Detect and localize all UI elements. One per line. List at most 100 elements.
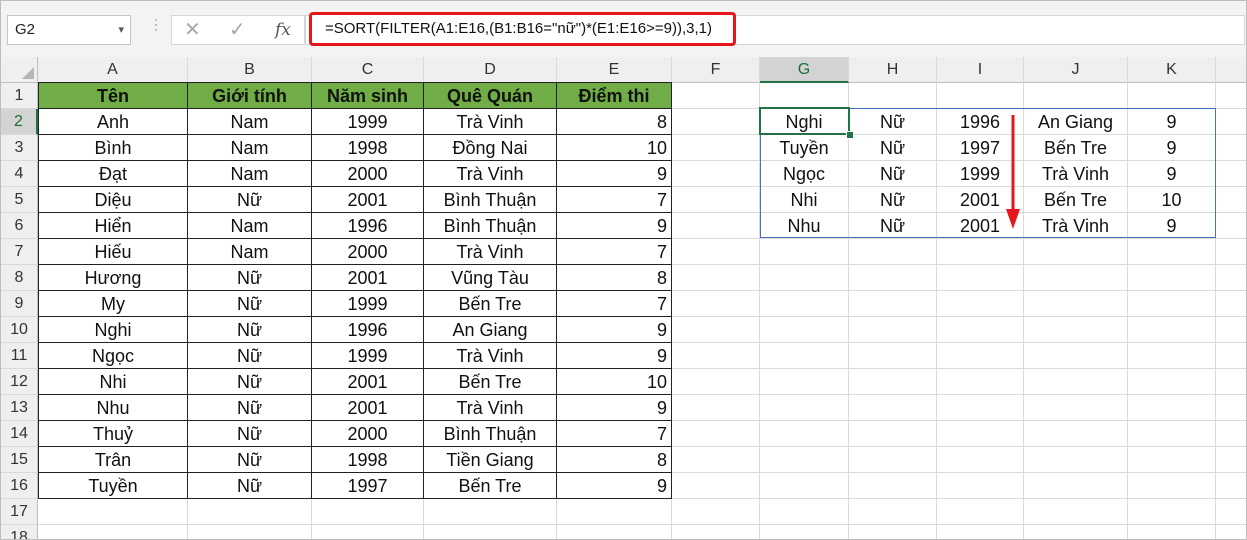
grid-cell[interactable] [937,265,1024,291]
grid-cell[interactable] [1024,239,1128,265]
grid-cell[interactable] [937,447,1024,473]
source-table-cell[interactable]: 9 [557,317,672,343]
grid-cell[interactable] [1216,499,1246,525]
grid-cell[interactable] [760,291,849,317]
result-table-cell[interactable]: Ngọc [760,161,849,187]
grid-cell[interactable] [1024,369,1128,395]
source-table-cell[interactable]: Trà Vinh [424,239,557,265]
source-table-cell[interactable]: Diệu [38,187,188,213]
result-table-cell[interactable]: 2001 [937,187,1024,213]
insert-function-icon[interactable]: fx [275,16,291,44]
grid-cell[interactable] [557,525,672,539]
source-table-cell[interactable]: Hương [38,265,188,291]
source-table-cell[interactable]: Nam [188,135,312,161]
grid-cell[interactable] [672,395,760,421]
grid-cell[interactable] [672,109,760,135]
source-table-cell[interactable]: 7 [557,187,672,213]
result-table-cell[interactable]: Nữ [849,161,937,187]
grid-cell[interactable] [1024,83,1128,109]
source-table-cell[interactable]: Trà Vinh [424,109,557,135]
source-table-cell[interactable]: Nam [188,109,312,135]
row-header-13[interactable]: 13 [1,395,38,421]
source-table-cell[interactable]: 10 [557,369,672,395]
source-table-cell[interactable]: Hiển [38,213,188,239]
source-table-cell[interactable]: Trà Vinh [424,343,557,369]
grid-cell[interactable] [672,317,760,343]
grid-cell[interactable] [1128,421,1216,447]
column-header-d[interactable]: D [424,57,557,83]
grid-cell[interactable] [1128,525,1216,539]
column-header-g[interactable]: G [760,57,849,83]
grid-cell[interactable] [672,369,760,395]
source-table-cell[interactable]: Thuỷ [38,421,188,447]
grip-dots-icon[interactable]: ⋮ [149,17,163,31]
result-table-cell[interactable]: 1997 [937,135,1024,161]
source-table-cell[interactable]: 2000 [312,239,424,265]
source-table-cell[interactable]: 9 [557,161,672,187]
chevron-down-icon[interactable]: ▾ [118,16,124,44]
grid-cell[interactable] [849,395,937,421]
grid-cell[interactable] [760,369,849,395]
row-header-9[interactable]: 9 [1,291,38,317]
result-table-cell[interactable]: Nữ [849,135,937,161]
grid-cell[interactable] [849,525,937,539]
grid-cell[interactable] [424,499,557,525]
source-table-cell[interactable]: Nghi [38,317,188,343]
source-table-cell[interactable]: 1999 [312,109,424,135]
row-header-16[interactable]: 16 [1,473,38,499]
grid-cell[interactable] [1024,525,1128,539]
grid-cell[interactable] [312,525,424,539]
source-table-cell[interactable]: 2001 [312,187,424,213]
source-table-cell[interactable]: 7 [557,291,672,317]
grid-cell[interactable] [1128,343,1216,369]
grid-cell[interactable] [1128,395,1216,421]
source-table-cell[interactable]: 2001 [312,265,424,291]
cancel-icon[interactable]: ✕ [184,16,201,44]
row-header-17[interactable]: 17 [1,499,38,525]
grid-cell[interactable] [1216,161,1246,187]
grid-cell[interactable] [760,343,849,369]
source-table-cell[interactable]: 9 [557,473,672,499]
grid-cell[interactable] [1024,421,1128,447]
grid-cell[interactable] [849,317,937,343]
column-header-f[interactable]: F [672,57,760,83]
grid-cell[interactable] [672,473,760,499]
grid-cell[interactable] [1024,447,1128,473]
grid-cell[interactable] [672,265,760,291]
row-header-15[interactable]: 15 [1,447,38,473]
grid-cell[interactable] [1216,317,1246,343]
result-table-cell[interactable]: 9 [1128,213,1216,239]
grid-cell[interactable] [672,525,760,539]
grid-cell[interactable] [937,473,1024,499]
source-table-cell[interactable]: Hiếu [38,239,188,265]
grid-cell[interactable] [937,291,1024,317]
grid-cell[interactable] [1128,369,1216,395]
grid-cell[interactable] [760,525,849,539]
source-table-cell[interactable]: 8 [557,109,672,135]
grid-cell[interactable] [1216,525,1246,539]
grid-cell[interactable] [1216,447,1246,473]
grid-cell[interactable] [760,239,849,265]
name-box[interactable]: G2 ▾ [7,15,131,45]
row-header-14[interactable]: 14 [1,421,38,447]
grid-cell[interactable] [1216,265,1246,291]
result-table-cell[interactable]: 1999 [937,161,1024,187]
grid-cell[interactable] [849,369,937,395]
source-table-cell[interactable]: 1998 [312,135,424,161]
grid-cell[interactable] [672,213,760,239]
source-table-cell[interactable]: 1998 [312,447,424,473]
source-table-cell[interactable]: Trà Vinh [424,161,557,187]
source-table-cell[interactable]: Bình Thuận [424,213,557,239]
result-table-cell[interactable]: 1996 [937,109,1024,135]
grid-cell[interactable] [849,291,937,317]
grid-cell[interactable] [672,187,760,213]
grid-cell[interactable] [188,525,312,539]
grid-cell[interactable] [1216,369,1246,395]
source-table-cell[interactable]: Bình Thuận [424,187,557,213]
source-table-cell[interactable]: Bến Tre [424,369,557,395]
source-table-cell[interactable]: 7 [557,239,672,265]
result-table-cell[interactable]: 2001 [937,213,1024,239]
row-header-18[interactable]: 18 [1,525,38,539]
enter-icon[interactable]: ✓ [229,16,246,44]
row-header-4[interactable]: 4 [1,161,38,187]
